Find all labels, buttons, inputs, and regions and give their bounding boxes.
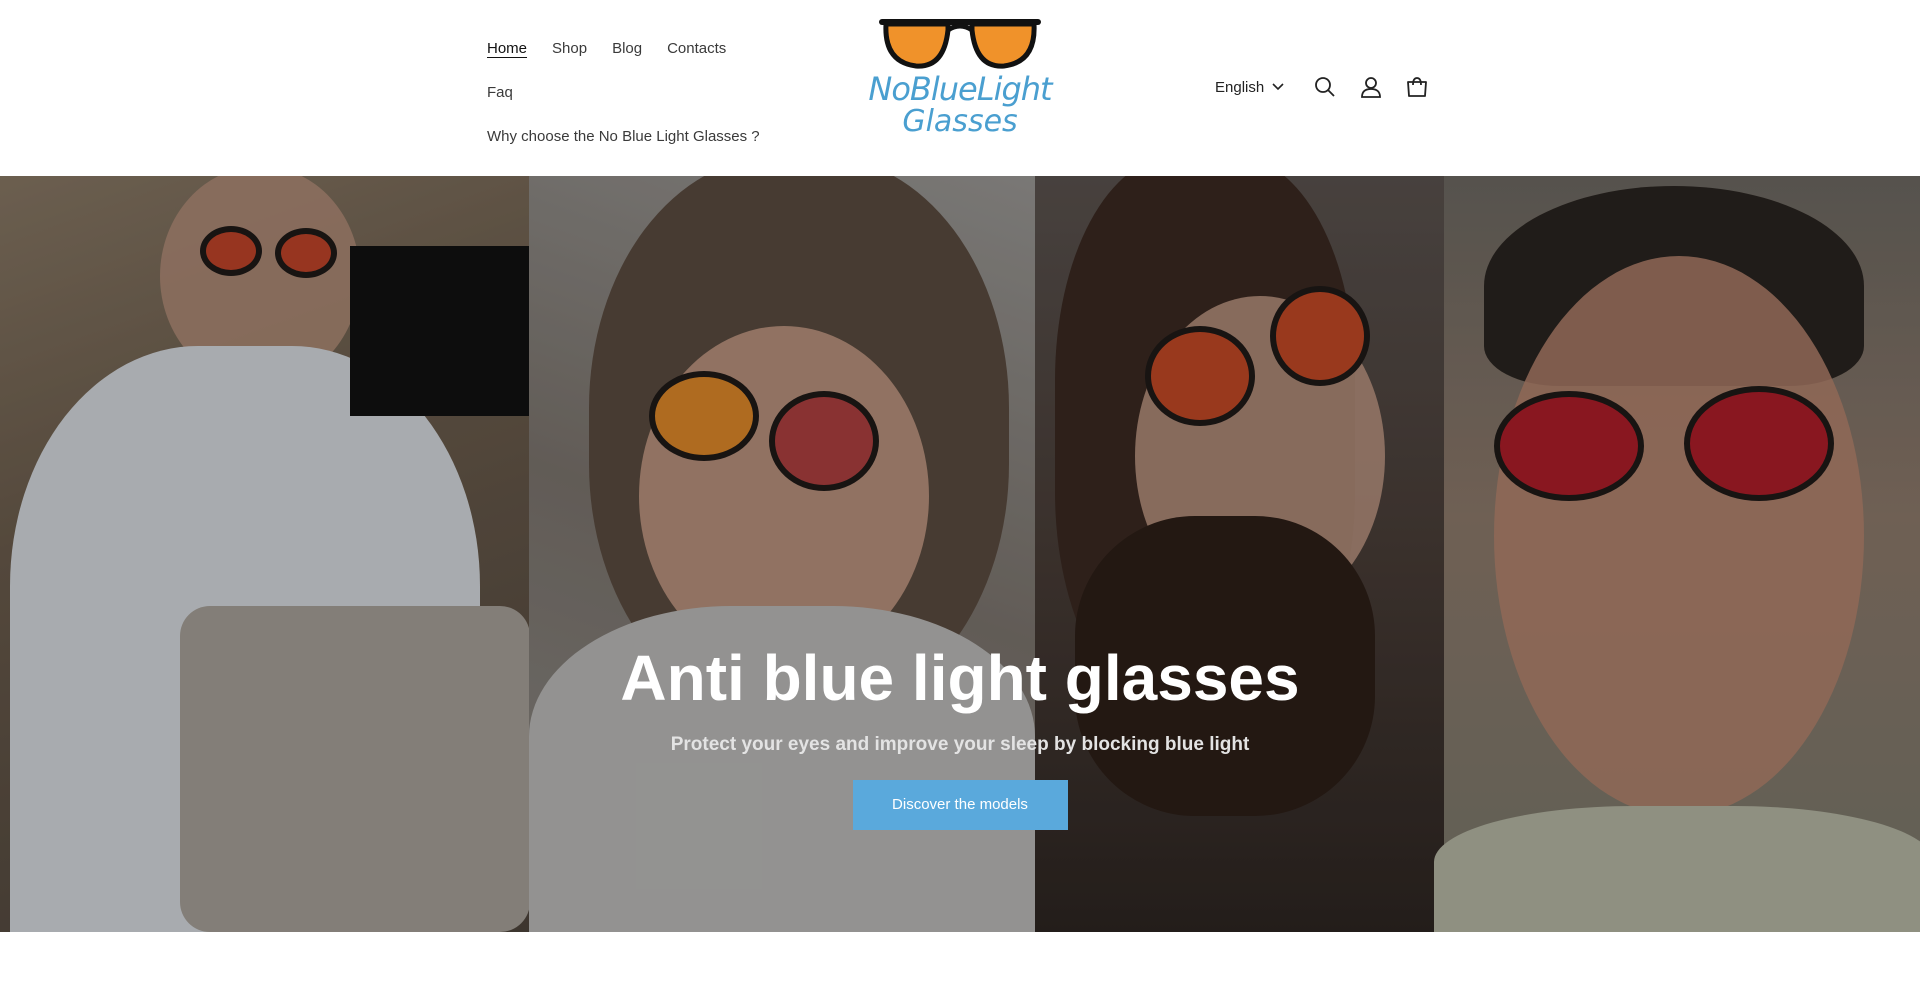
glasses-logo-icon bbox=[879, 19, 1041, 69]
cart-icon bbox=[1407, 77, 1428, 97]
language-label: English bbox=[1215, 78, 1265, 96]
nav-why-choose-link[interactable]: Why choose the No Blue Light Glasses ? bbox=[487, 128, 760, 145]
account-button[interactable] bbox=[1348, 68, 1394, 106]
account-icon bbox=[1361, 77, 1382, 98]
hero-subtitle: Protect your eyes and improve your sleep… bbox=[670, 734, 1250, 755]
logo-wordmark: NoBlueLight bbox=[868, 70, 1052, 108]
chevron-down-icon bbox=[1272, 83, 1284, 91]
nav-blog-link[interactable]: Blog bbox=[612, 40, 642, 57]
discover-models-button[interactable]: Discover the models bbox=[852, 780, 1068, 830]
site-header: Home Shop Blog Contacts Faq Why choose t… bbox=[0, 0, 1920, 176]
language-selector[interactable]: English bbox=[1215, 79, 1284, 96]
hero-title: Anti blue light glasses bbox=[620, 642, 1300, 714]
site-logo[interactable]: NoBlueLight Glasses bbox=[850, 18, 1070, 142]
nav-home-link[interactable]: Home bbox=[487, 40, 527, 57]
hero-banner: Anti blue light glasses Protect your eye… bbox=[0, 176, 1920, 932]
search-icon bbox=[1315, 77, 1335, 97]
cart-button[interactable] bbox=[1394, 68, 1440, 106]
header-actions: English bbox=[1215, 68, 1440, 106]
nav-shop-link[interactable]: Shop bbox=[552, 40, 587, 57]
logo-wordmark-sub: Glasses bbox=[902, 104, 1018, 139]
nav-contacts-link[interactable]: Contacts bbox=[667, 40, 726, 57]
nav-faq-link[interactable]: Faq bbox=[487, 84, 513, 101]
hero-content: Anti blue light glasses Protect your eye… bbox=[0, 646, 1920, 830]
search-button[interactable] bbox=[1302, 68, 1348, 106]
